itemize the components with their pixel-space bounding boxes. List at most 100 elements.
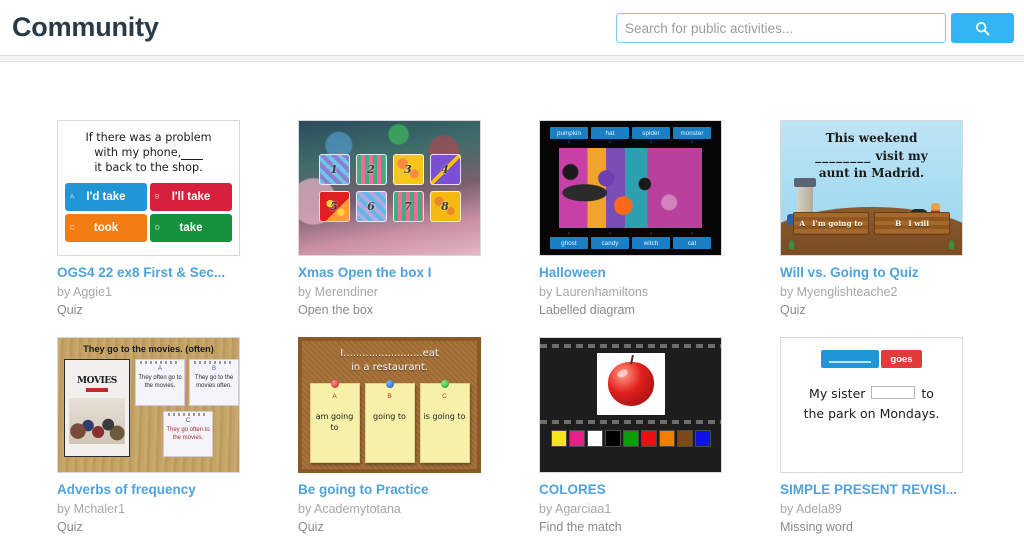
sentence-part-2: to [921, 386, 934, 401]
activity-title-link[interactable]: SIMPLE PRESENT REVISI... [780, 482, 963, 499]
activity-thumbnail[interactable]: This weekend ________ visit my aunt in M… [780, 120, 963, 256]
activity-thumbnail[interactable] [539, 337, 722, 473]
activity-title-link[interactable]: COLORES [539, 482, 722, 499]
label-cat[interactable]: cat [673, 237, 711, 249]
option-text: They go to the movies often. [192, 374, 236, 390]
question-line-1: This weekend [781, 131, 962, 145]
swatch-orange[interactable] [659, 430, 675, 447]
box-1[interactable]: 1 [319, 154, 350, 185]
option-letter: C [70, 225, 75, 232]
tile-word-goes[interactable]: goes [881, 350, 921, 368]
question-line-2: ________ visit my [781, 149, 962, 163]
quiz-option-a[interactable]: A I'd take [65, 183, 147, 211]
swatch-blue[interactable] [695, 430, 711, 447]
activity-thumbnail[interactable]: 1 2 3 4 5 6 7 8 [298, 120, 481, 256]
label-candy[interactable]: candy [591, 237, 629, 249]
search-bar [616, 13, 1014, 43]
activity-grid: If there was a problem with my phone, it… [57, 62, 1024, 535]
activity-author: by Academytotana [298, 502, 481, 518]
swatch-white[interactable] [587, 430, 603, 447]
search-button[interactable] [951, 13, 1014, 43]
box-7[interactable]: 7 [393, 191, 424, 222]
option-text: I'm going to [812, 219, 862, 228]
activity-thumbnail[interactable]: pumpkin hat spider monster ↓ ↓ ↓ ↓ ↑ ↑ ↑… [539, 120, 722, 256]
activity-type: Quiz [57, 520, 240, 536]
quiz-option-b[interactable]: B They go to the movies often. [189, 359, 239, 406]
activity-thumbnail[interactable]: goes My sister to the park on Mondays. [780, 337, 963, 473]
question-line-1: I.........................eat [340, 348, 439, 359]
top-arrows: ↓ ↓ ↓ ↓ [545, 139, 716, 144]
question-line-2: in a restaurant. [351, 362, 428, 373]
activity-author: by Merendiner [298, 285, 481, 301]
apple-photo [597, 353, 665, 415]
activity-thumbnail[interactable]: If there was a problem with my phone, it… [57, 120, 240, 256]
activity-thumbnail[interactable]: They go to the movies. (often) MOVIES A … [57, 337, 240, 473]
quiz-option-b[interactable]: B I'll take [150, 183, 232, 211]
box-8[interactable]: 8 [430, 191, 461, 222]
box-grid: 1 2 3 4 5 6 7 8 [319, 154, 461, 222]
blank-underline [181, 146, 203, 160]
box-6[interactable]: 6 [356, 191, 387, 222]
arrow-down-icon: ↓ [591, 139, 629, 144]
swatch-black[interactable] [605, 430, 621, 447]
activity-title-link[interactable]: Will vs. Going to Quiz [780, 265, 963, 282]
activity-card: 1 2 3 4 5 6 7 8 Xmas Open the box I by M… [298, 120, 481, 318]
quiz-option-a[interactable]: A They often go to the movies. [135, 359, 185, 406]
activity-type: Quiz [298, 520, 481, 536]
sentence: My sister to the park on Mondays. [804, 384, 940, 424]
arrow-down-icon: ↓ [673, 139, 711, 144]
activity-card: goes My sister to the park on Mondays. S… [780, 337, 963, 535]
option-letter: B [192, 366, 236, 372]
swatch-yellow[interactable] [551, 430, 567, 447]
option-text: I'd take [86, 191, 125, 203]
swatch-brown[interactable] [677, 430, 693, 447]
label-ghost[interactable]: ghost [550, 237, 588, 249]
activity-author: by Mchaler1 [57, 502, 240, 518]
quiz-option-a[interactable]: A am going to [310, 383, 360, 463]
tile-blank[interactable] [821, 350, 879, 368]
activity-title-link[interactable]: Be going to Practice [298, 482, 481, 499]
missing-word-gap[interactable] [871, 386, 915, 399]
quiz-option-a[interactable]: A I'm going to [793, 212, 869, 235]
swatch-green[interactable] [623, 430, 639, 447]
option-text: take [179, 222, 202, 234]
activity-title-link[interactable]: OGS4 22 ex8 First & Sec... [57, 265, 240, 282]
activity-title-link[interactable]: Halloween [539, 265, 722, 282]
movie-poster-image: MOVIES [64, 359, 130, 457]
box-5[interactable]: 5 [319, 191, 350, 222]
quiz-option-c[interactable]: C took [65, 214, 147, 242]
quiz-option-c[interactable]: C They go often to the movies. [163, 411, 213, 457]
quiz-option-b[interactable]: B going to [365, 383, 415, 463]
pushpin-icon [331, 380, 339, 388]
grass-icon [949, 240, 954, 249]
box-3[interactable]: 3 [393, 154, 424, 185]
quiz-option-b[interactable]: B I will [874, 212, 950, 235]
activity-title-link[interactable]: Adverbs of frequency [57, 482, 240, 499]
activity-type: Missing word [780, 520, 963, 536]
apple-icon [608, 362, 654, 406]
quiz-option-d[interactable]: D take [150, 214, 232, 242]
activity-type: Quiz [780, 303, 963, 319]
option-letter: A [70, 194, 74, 201]
swatch-pink[interactable] [569, 430, 585, 447]
activity-thumbnail[interactable]: I.........................eat in a resta… [298, 337, 481, 473]
arrow-down-icon: ↓ [632, 139, 670, 144]
option-text: They often go to the movies. [138, 374, 182, 390]
option-letter: B [895, 219, 901, 228]
activity-type: Open the box [298, 303, 481, 319]
option-text: took [94, 222, 118, 234]
swatch-red[interactable] [641, 430, 657, 447]
quiz-option-c[interactable]: C is going to [420, 383, 470, 463]
search-input[interactable] [616, 13, 946, 43]
box-2[interactable]: 2 [356, 154, 387, 185]
activity-card: COLORES by Agarciaa1 Find the match [539, 337, 722, 535]
activity-title-link[interactable]: Xmas Open the box I [298, 265, 481, 282]
label-witch[interactable]: witch [632, 237, 670, 249]
box-4[interactable]: 4 [430, 154, 461, 185]
poster-title: MOVIES [77, 376, 117, 386]
activity-author: by Aggie1 [57, 285, 240, 301]
option-text: I will [908, 219, 929, 228]
header-divider [0, 55, 1024, 62]
quiz-question: If there was a problem with my phone, it… [65, 130, 232, 175]
option-letter: B [155, 194, 159, 201]
